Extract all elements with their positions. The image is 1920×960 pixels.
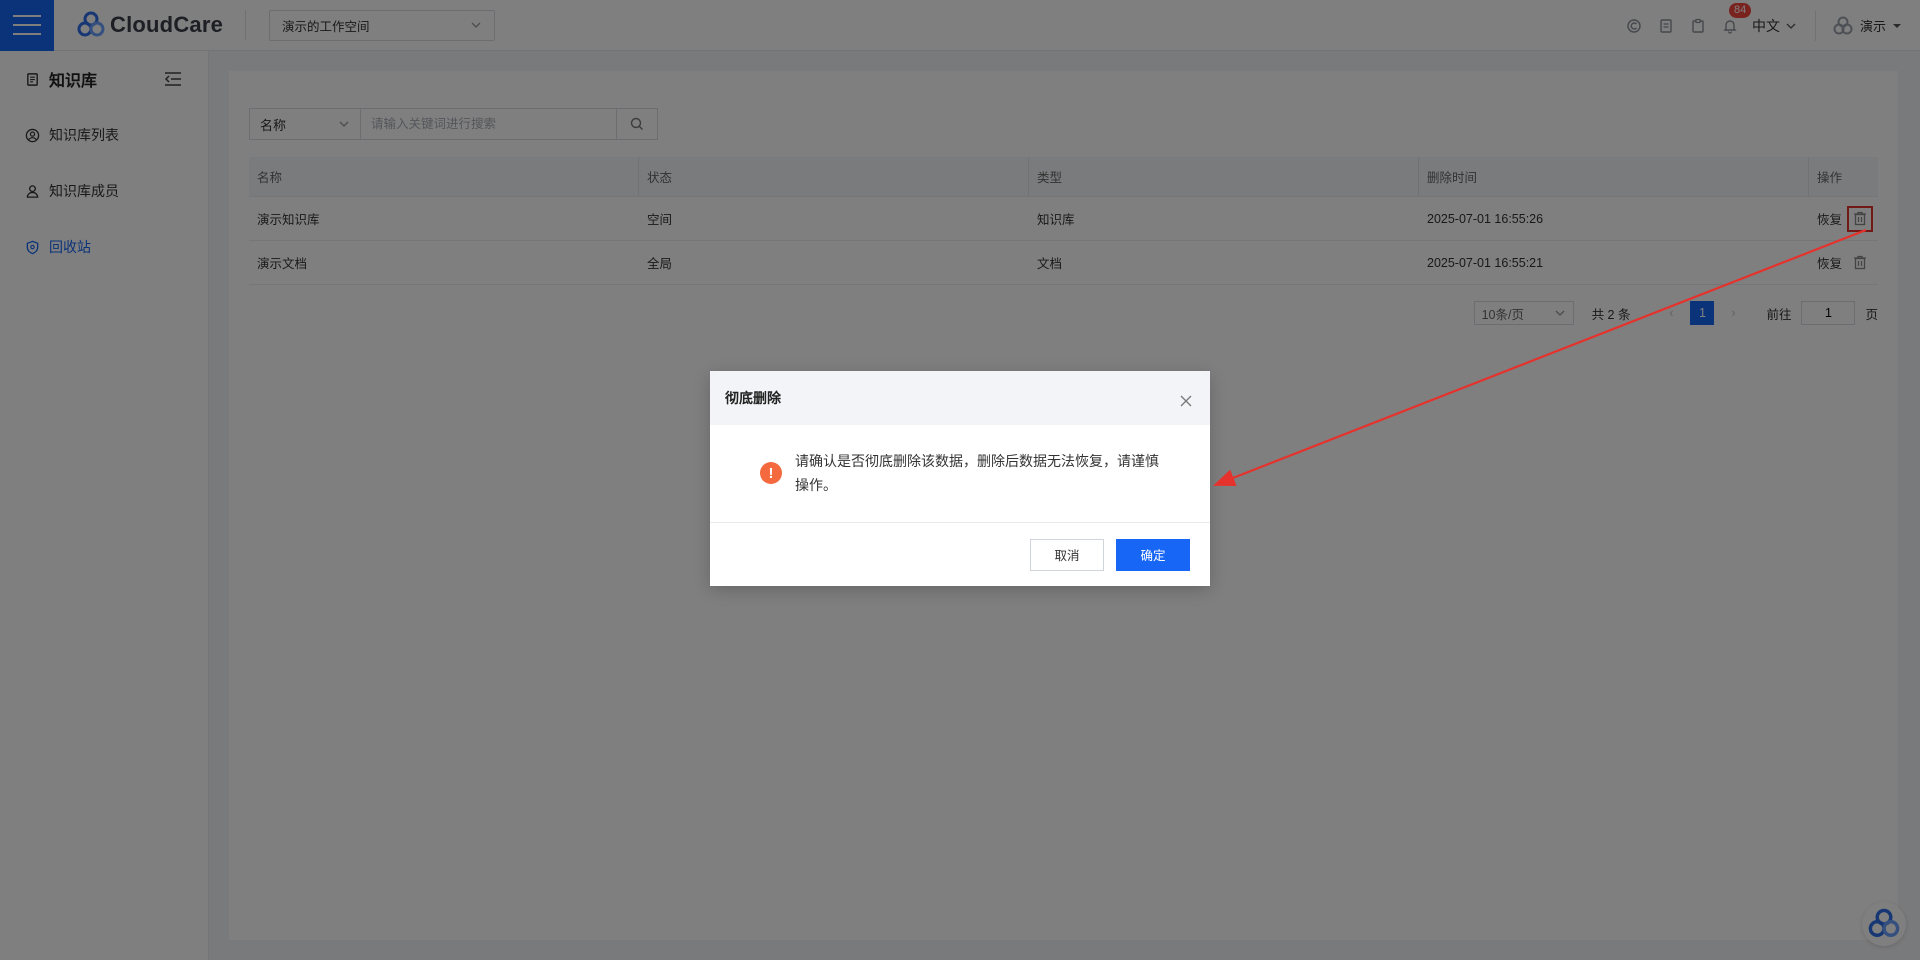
dialog-header: 彻底删除 — [710, 371, 1210, 425]
dialog-message: 请确认是否彻底删除该数据，删除后数据无法恢复，请谨慎操作。 — [795, 453, 1159, 493]
delete-confirm-dialog: 彻底删除 ! 请确认是否彻底删除该数据，删除后数据无法恢复，请谨慎操作。 取消 … — [710, 371, 1210, 586]
close-icon[interactable] — [1176, 391, 1196, 411]
dialog-body: ! 请确认是否彻底删除该数据，删除后数据无法恢复，请谨慎操作。 — [710, 425, 1210, 523]
dialog-title: 彻底删除 — [725, 390, 781, 406]
dialog-footer: 取消 确定 — [710, 523, 1210, 586]
cancel-button[interactable]: 取消 — [1030, 538, 1104, 571]
warning-icon: ! — [760, 462, 782, 484]
confirm-button[interactable]: 确定 — [1116, 538, 1190, 571]
